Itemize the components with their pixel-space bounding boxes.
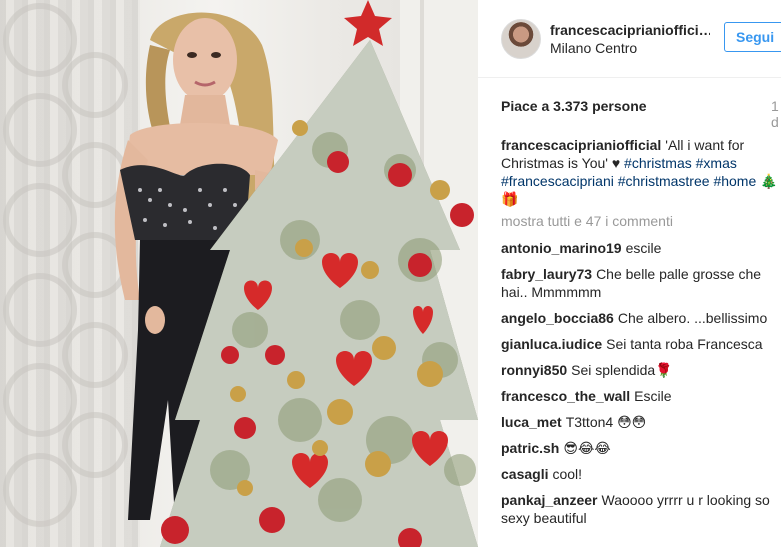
view-all-comments-link[interactable]: mostra tutti e 47 i commenti	[501, 212, 781, 230]
hashtag-link[interactable]: #christmastree	[618, 173, 710, 189]
comment-text: 😎😂😂	[563, 440, 611, 456]
post-caption: francescaciprianiofficial 'All i want for…	[501, 136, 781, 208]
comment-text: Escile	[634, 388, 672, 404]
post-photo[interactable]	[0, 0, 478, 547]
comment-username[interactable]: patric.sh	[501, 440, 559, 456]
post-header: francescaciprianioffici… Milano Centro S…	[478, 0, 781, 78]
comment-username[interactable]: fabry_laury73	[501, 266, 592, 282]
comment-username[interactable]: casagli	[501, 466, 548, 482]
comment-username[interactable]: luca_met	[501, 414, 562, 430]
comment-username[interactable]: francesco_the_wall	[501, 388, 630, 404]
christmas-tree-photo-illustration	[3, 0, 478, 547]
caption-username[interactable]: francescaciprianiofficial	[501, 137, 661, 153]
post-time[interactable]: 1 d	[771, 98, 781, 130]
likes-count[interactable]: Piace a 3.373 persone	[501, 98, 647, 114]
comment-item: casagli cool!	[501, 465, 781, 483]
comment-username[interactable]: antonio_marino19	[501, 240, 622, 256]
comment-text: T3tton4 😳😳	[565, 414, 647, 430]
avatar[interactable]	[501, 19, 541, 59]
comment-username[interactable]: pankaj_anzeer	[501, 492, 598, 508]
comment-text: Sei tanta roba Francesca	[606, 336, 763, 352]
post-username[interactable]: francescaciprianioffici…	[550, 22, 710, 38]
hashtag-link[interactable]: #christmas	[624, 155, 692, 171]
post-side-panel: francescaciprianioffici… Milano Centro S…	[478, 0, 781, 547]
comment-item: patric.sh 😎😂😂	[501, 439, 781, 457]
comment-item: angelo_boccia86 Che albero. ...bellissimo	[501, 309, 781, 327]
comment-username[interactable]: gianluca.iudice	[501, 336, 602, 352]
hashtag-link[interactable]: #xmas	[696, 155, 737, 171]
comment-username[interactable]: ronnyi850	[501, 362, 567, 378]
comment-text: cool!	[552, 466, 583, 482]
comment-text: Sei splendida🌹	[571, 362, 673, 378]
comment-item: gianluca.iudice Sei tanta roba Francesca	[501, 335, 781, 353]
post-location[interactable]: Milano Centro	[550, 40, 637, 56]
comment-item: antonio_marino19 escile	[501, 239, 781, 257]
comment-text: Che albero. ...bellissimo	[617, 310, 768, 326]
hashtag-link[interactable]: #francescacipriani	[501, 173, 614, 189]
hashtag-link[interactable]: #home	[713, 173, 756, 189]
comment-username[interactable]: angelo_boccia86	[501, 310, 614, 326]
comment-item: francesco_the_wall Escile	[501, 387, 781, 405]
comment-item: luca_met T3tton4 😳😳	[501, 413, 781, 431]
comment-item: fabry_laury73 Che belle palle grosse che …	[501, 265, 781, 301]
comment-item: pankaj_anzeer Waoooo yrrrr u r looking so…	[501, 491, 781, 527]
comment-text: escile	[625, 240, 662, 256]
comment-item: ronnyi850 Sei splendida🌹	[501, 361, 781, 379]
comments-section: francescaciprianiofficial 'All i want for…	[501, 136, 781, 535]
follow-button[interactable]: Segui	[724, 22, 781, 52]
